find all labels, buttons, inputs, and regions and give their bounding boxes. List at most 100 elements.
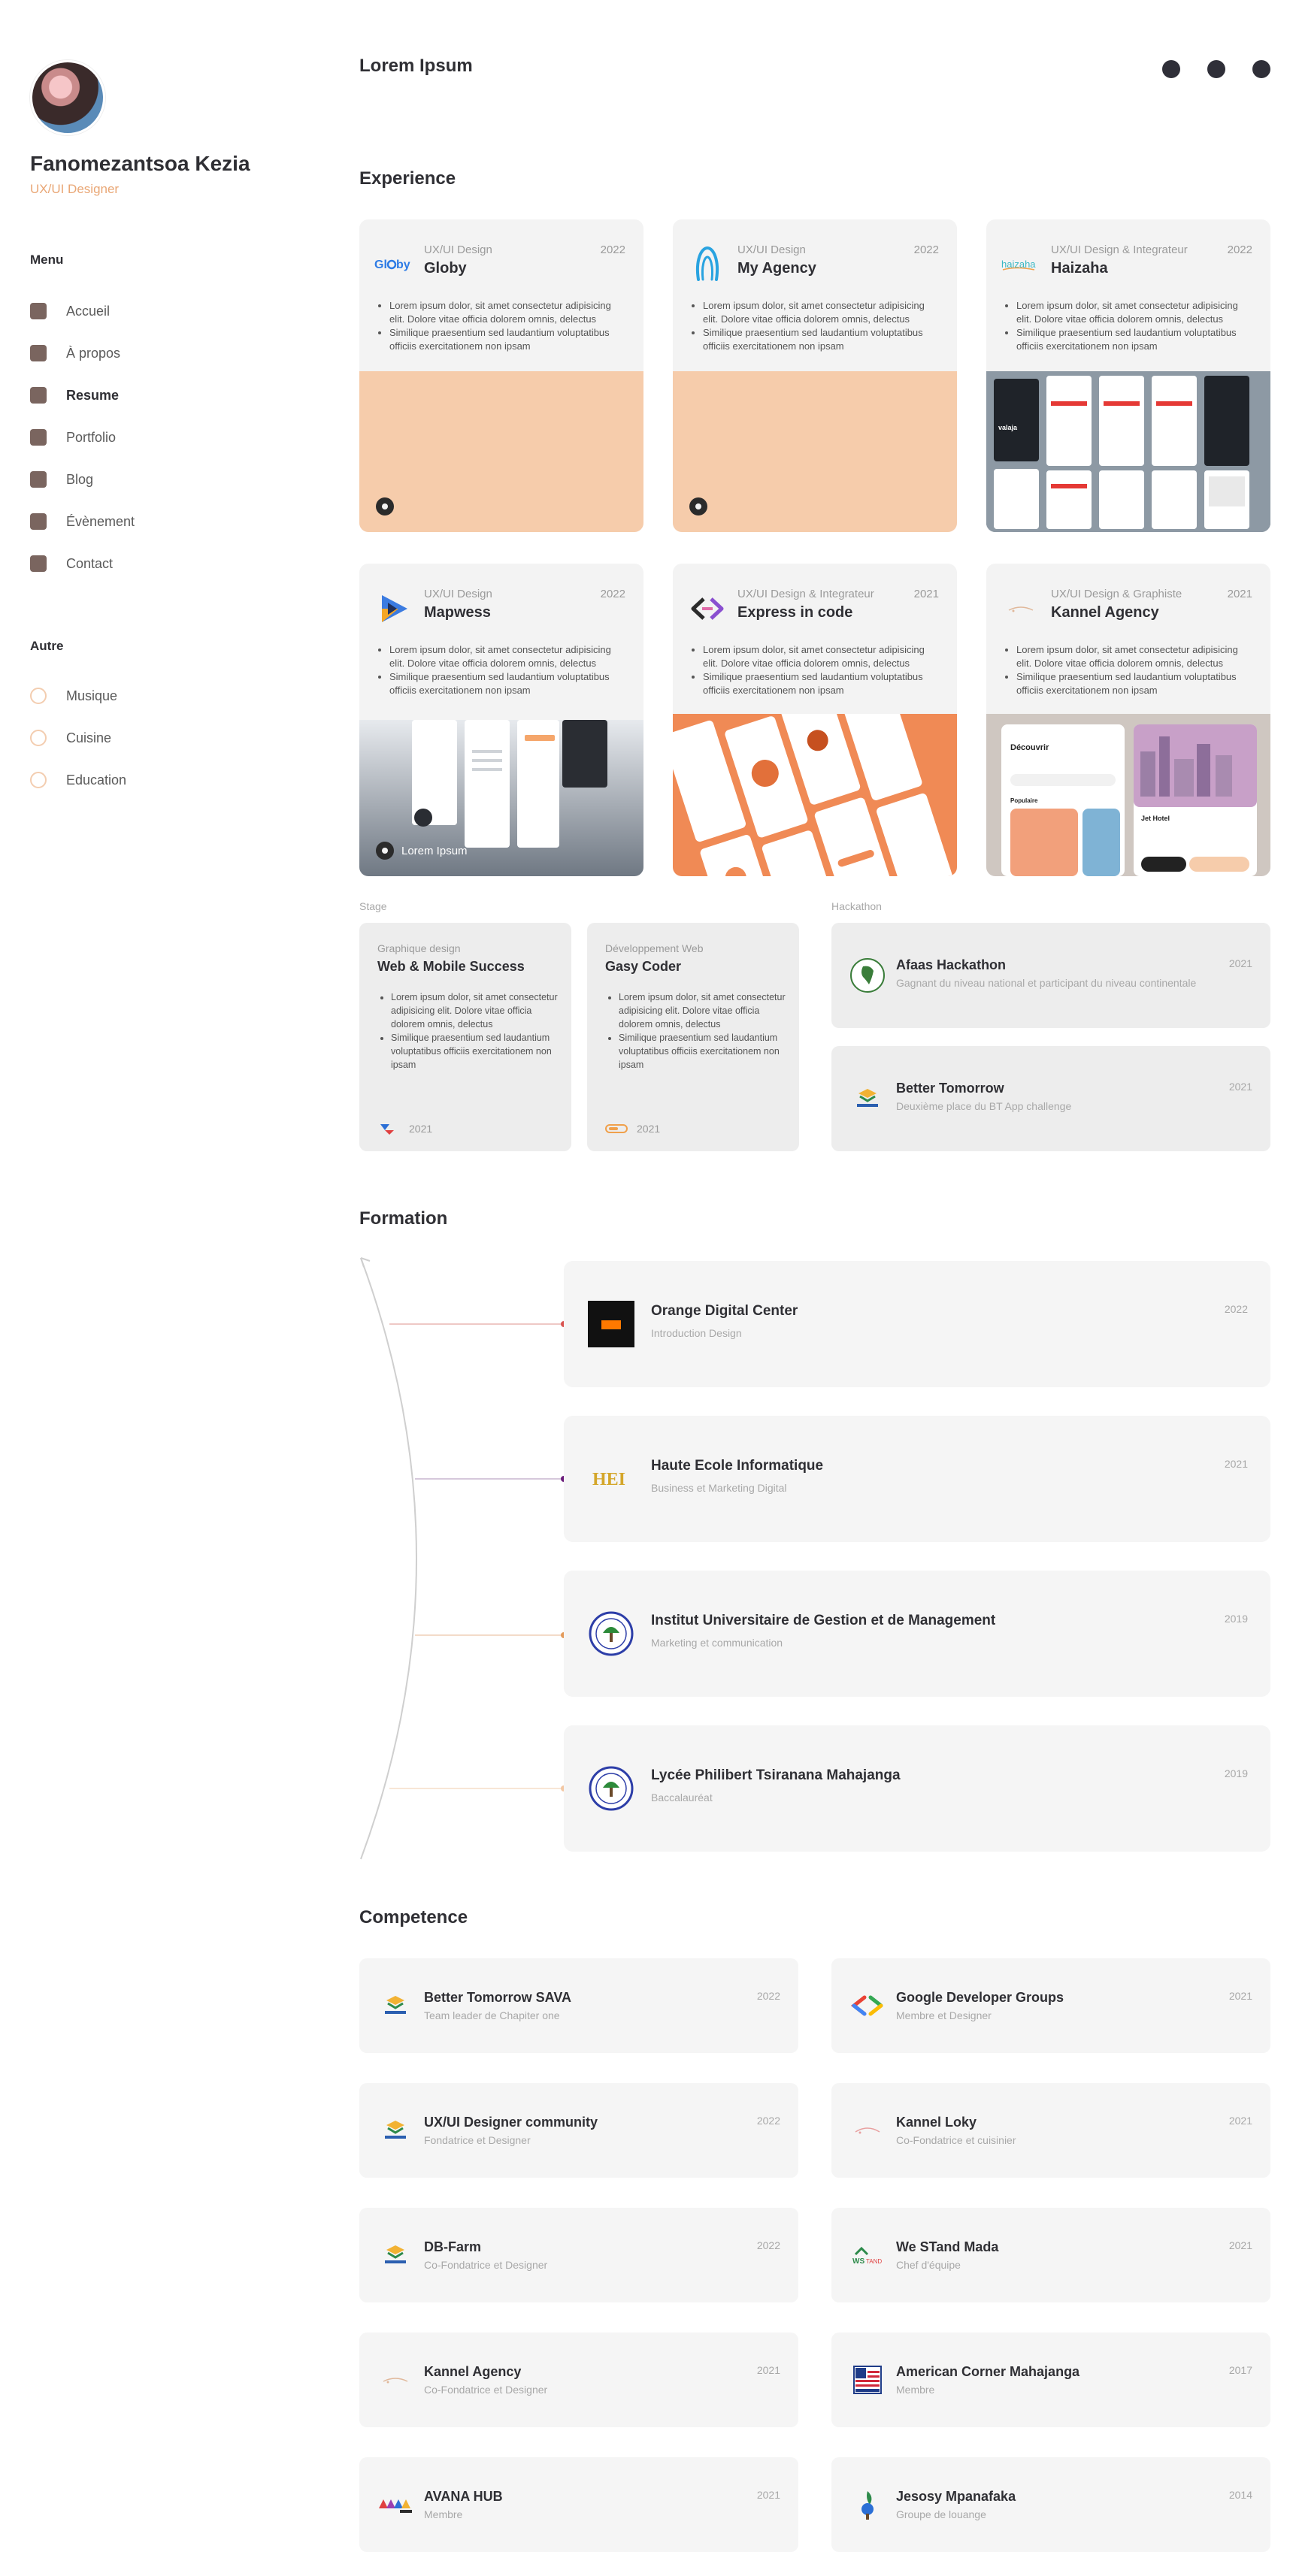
menu-item-a-propos[interactable]: À propos [30, 332, 316, 374]
card-subtitle: Introduction Design [651, 1327, 742, 1339]
other-item-education[interactable]: Education [30, 759, 316, 801]
bullet-item: Similique praesentium sed laudantium vol… [703, 326, 942, 353]
bullet-item: Lorem ipsum dolor, sit amet consectetur … [619, 990, 789, 1031]
card-category: Graphique design [377, 942, 461, 954]
experience-card-express-in-code[interactable]: UX/UI Design & Integrateur 2021 Express … [673, 564, 957, 876]
stage-card-web-mobile-success[interactable]: Graphique design Web & Mobile Success Lo… [359, 923, 571, 1151]
card-year: 2021 [1224, 1458, 1248, 1470]
menu-item-accueil[interactable]: Accueil [30, 290, 316, 332]
card-preview [673, 371, 957, 532]
card-subtitle: Marketing et communication [651, 1637, 783, 1649]
avatar[interactable] [30, 60, 105, 135]
card-subtitle: Membre et Designer [896, 2009, 992, 2021]
menu-square-icon [30, 513, 47, 530]
play-icon[interactable] [376, 842, 394, 860]
card-subtitle: Membre [896, 2384, 935, 2396]
card-title: My Agency [737, 260, 816, 277]
competence-card-kannel-agency[interactable]: Kannel Agency Co-Fondatrice et Designer … [359, 2333, 798, 2427]
competence-card-db-farm[interactable]: DB-Farm Co-Fondatrice et Designer 2022 [359, 2208, 798, 2302]
american-corner-logo-icon [849, 2362, 886, 2398]
we-stand-mada-logo-icon: WS TAND [849, 2237, 886, 2273]
competence-card-we-stand-mada[interactable]: WS TAND We STand Mada Chef d'équipe 2021 [831, 2208, 1270, 2302]
card-category: UX/UI Design [424, 588, 492, 600]
competence-card-ux-ui-community[interactable]: UX/UI Designer community Fondatrice et D… [359, 2083, 798, 2178]
card-subtitle: Team leader de Chapiter one [424, 2009, 560, 2021]
experience-card-haizaha[interactable]: haizaha UX/UI Design & Integrateur 2022 … [986, 219, 1270, 532]
card-category: UX/UI Design & Graphiste [1051, 588, 1182, 600]
menu-item-resume[interactable]: Resume [30, 374, 316, 416]
card-preview-screens: Lorem Ipsum [359, 720, 643, 876]
card-title: Afaas Hackathon [896, 957, 1007, 972]
card-year: 2022 [1224, 1303, 1248, 1315]
card-category: UX/UI Design & Integrateur [1051, 243, 1188, 256]
card-title: Institut Universitaire de Gestion et de … [651, 1613, 996, 1628]
card-year: 2021 [1228, 1081, 1252, 1093]
formation-card-orange-digital-center[interactable]: Orange Digital Center Introduction Desig… [564, 1261, 1270, 1387]
card-title: Better Tomorrow SAVA [424, 1990, 572, 2005]
card-preview-screens [673, 714, 957, 876]
other-item-musique[interactable]: Musique [30, 675, 316, 717]
card-title: Haizaha [1051, 260, 1108, 277]
card-subtitle: Gagnant du niveau national et participan… [896, 977, 1197, 989]
card-year: 2022 [756, 2115, 780, 2127]
competence-title: Competence [359, 1907, 468, 1927]
play-icon[interactable] [376, 497, 394, 516]
formation-card-hei[interactable]: HEI Haute Ecole Informatique Business et… [564, 1416, 1270, 1542]
competence-card-avana-hub[interactable]: AVANA HUB Membre 2021 [359, 2457, 798, 2552]
menu-item-label: À propos [66, 345, 121, 361]
competence-card-better-tomorrow-sava[interactable]: Better Tomorrow SAVA Team leader de Chap… [359, 1958, 798, 2053]
competence-card-google-developer-groups[interactable]: Google Developer Groups Membre et Design… [831, 1958, 1270, 2053]
gdg-logo-icon [849, 1988, 886, 2024]
card-title: Kannel Agency [424, 2364, 522, 2379]
card-year: 2022 [913, 243, 939, 256]
competence-card-kannel-loky[interactable]: Kannel Loky Co-Fondatrice et cuisinier 2… [831, 2083, 1270, 2178]
competence-card-jesosy-mpanafaka[interactable]: Jesosy Mpanafaka Groupe de louange 2014 [831, 2457, 1270, 2552]
card-title: Orange Digital Center [651, 1303, 798, 1319]
svg-text:Jet Hotel: Jet Hotel [1141, 815, 1170, 822]
card-year: 2021 [913, 588, 939, 600]
svg-text:Populaire: Populaire [1010, 797, 1038, 804]
play-icon[interactable] [689, 497, 707, 516]
card-title: Mapwess [424, 604, 491, 621]
menu-item-blog[interactable]: Blog [30, 458, 316, 500]
card-bullets: Lorem ipsum dolor, sit amet consectetur … [1007, 643, 1255, 697]
card-year: 2021 [1227, 588, 1252, 600]
afaas-logo-icon [849, 957, 886, 993]
menu-item-evenement[interactable]: Évènement [30, 500, 316, 543]
hackathon-card-better-tomorrow[interactable]: Better Tomorrow Deuxième place du BT App… [831, 1046, 1270, 1151]
experience-card-globy[interactable]: Glby UX/UI Design 2022 Globy Lorem ipsum… [359, 219, 643, 532]
other-item-label: Musique [66, 688, 118, 703]
better-tomorrow-logo-icon [377, 2237, 413, 2273]
dot-button-3[interactable] [1252, 60, 1270, 78]
dot-button-2[interactable] [1207, 60, 1225, 78]
bullet-item: Similique praesentium sed laudantium vol… [619, 1031, 789, 1072]
card-year: 2019 [1224, 1767, 1248, 1779]
menu-item-contact[interactable]: Contact [30, 543, 316, 585]
formation-card-iugm[interactable]: Institut Universitaire de Gestion et de … [564, 1571, 1270, 1697]
other-item-cuisine[interactable]: Cuisine [30, 717, 316, 759]
bullet-item: Similique praesentium sed laudantium vol… [1016, 326, 1255, 353]
page-title: Lorem Ipsum [359, 56, 473, 76]
profile-name: Fanomezantsoa Kezia [30, 152, 250, 175]
gasy-coder-logo-icon [605, 1121, 628, 1136]
hackathon-card-afaas[interactable]: Afaas Hackathon Gagnant du niveau nation… [831, 923, 1270, 1028]
competence-card-american-corner[interactable]: American Corner Mahajanga Membre 2017 [831, 2333, 1270, 2427]
svg-text:by: by [396, 259, 410, 271]
timeline-arrow [360, 1257, 371, 1268]
menu-item-label: Contact [66, 555, 114, 571]
dot-button-1[interactable] [1162, 60, 1180, 78]
experience-card-mapwess[interactable]: UX/UI Design 2022 Mapwess Lorem ipsum do… [359, 564, 643, 876]
iugm-seal-icon [588, 1610, 634, 1657]
card-title: AVANA HUB [424, 2489, 503, 2504]
experience-card-my-agency[interactable]: UX/UI Design 2022 My Agency Lorem ipsum … [673, 219, 957, 532]
menu-item-label: Évènement [66, 513, 135, 529]
menu-item-portfolio[interactable]: Portfolio [30, 416, 316, 458]
stage-card-gasy-coder[interactable]: Développement Web Gasy Coder Lorem ipsum… [587, 923, 799, 1151]
formation-card-lycee-philibert[interactable]: Lycée Philibert Tsiranana Mahajanga Bacc… [564, 1725, 1270, 1852]
card-bullets: Lorem ipsum dolor, sit amet consectetur … [694, 643, 942, 697]
card-subtitle: Deuxième place du BT App challenge [896, 1100, 1072, 1112]
card-bullets: Lorem ipsum dolor, sit amet consectetur … [694, 299, 942, 353]
experience-card-kannel-agency[interactable]: UX/UI Design & Graphiste 2021 Kannel Age… [986, 564, 1270, 876]
card-title: Lycée Philibert Tsiranana Mahajanga [651, 1767, 901, 1783]
top-bar: Lorem Ipsum [359, 56, 1270, 86]
